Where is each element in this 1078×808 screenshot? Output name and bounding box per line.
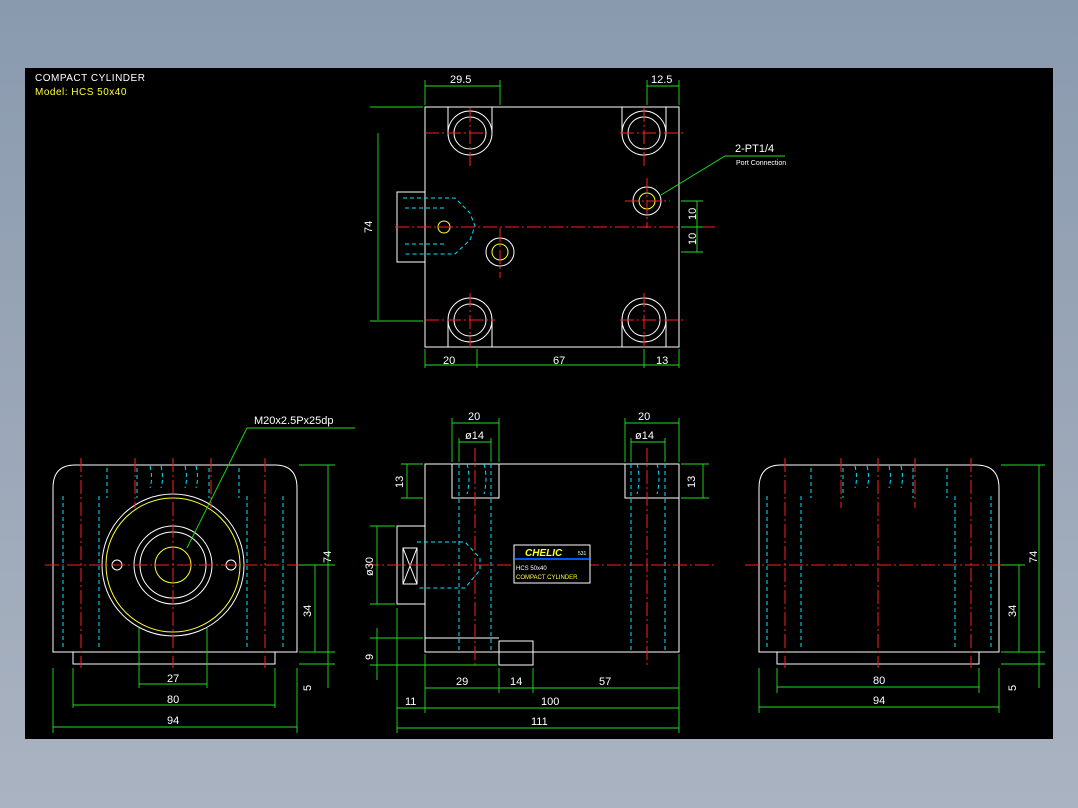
dim-80-left: 80: [167, 694, 179, 706]
front-view-key: [498, 640, 534, 666]
dim-34-right: 34: [1007, 605, 1019, 617]
right-view: 74 34 5 80 94: [745, 458, 1045, 713]
dim-d14-b: ø14: [635, 430, 654, 442]
dim-13-front-b: 13: [686, 476, 698, 488]
nameplate-line1: HCS 50x40: [516, 566, 547, 572]
dim-11: 11: [405, 696, 416, 708]
dim-20-top: 20: [443, 355, 455, 367]
dim-10-b: 10: [687, 233, 699, 245]
left-view: M20x2.5Px25dp 74 34 5 27 80 94: [45, 415, 355, 733]
dim-80-right: 80: [873, 675, 885, 687]
dim-27: 27: [167, 673, 179, 685]
right-view-body: [758, 464, 1000, 653]
top-view-rod-hidden: [403, 197, 476, 255]
dim-74-left: 74: [322, 551, 334, 563]
dim-5-right: 5: [1007, 685, 1019, 691]
left-view-body: [52, 464, 298, 653]
dim-74-top: 74: [363, 221, 375, 233]
dim-13-top: 13: [656, 355, 668, 367]
thread-label: M20x2.5Px25dp: [254, 415, 334, 427]
dim-67: 67: [553, 355, 565, 367]
dim-20-front-b: 20: [638, 411, 650, 423]
top-view-dim-bottom: [424, 349, 680, 368]
dim-57: 57: [599, 676, 611, 688]
dim-100: 100: [541, 696, 559, 708]
nameplate-badge: 531: [578, 551, 587, 557]
port-label: 2-PT1/4: [735, 143, 774, 155]
dim-111: 111: [531, 716, 548, 728]
port-sub: Port Connection: [736, 160, 786, 167]
thread-leader: [186, 427, 355, 549]
dim-13-front-a: 13: [394, 476, 406, 488]
dim-9: 9: [364, 654, 376, 660]
dim-29-5: 29.5: [450, 74, 471, 86]
dim-d14-a: ø14: [465, 430, 484, 442]
dim-94-right: 94: [873, 695, 885, 707]
dim-12-5: 12.5: [651, 74, 672, 86]
dim-74-right: 74: [1028, 551, 1040, 563]
cad-drawing-canvas: COMPACT CYLINDER Model: HCS 50x40 29.5 1…: [25, 68, 1053, 739]
nameplate: CHELIC 531 HCS 50x40 COMPACT CYLINDER: [513, 544, 591, 584]
top-view: 29.5 12.5 74 10 10 20 67 13 2-PT1/4 Port…: [363, 74, 786, 368]
drawing-svg: 29.5 12.5 74 10 10 20 67 13 2-PT1/4 Port…: [45, 74, 1045, 733]
dim-94-left: 94: [167, 715, 179, 727]
dim-10-a: 10: [687, 208, 699, 220]
dim-29: 29: [456, 676, 468, 688]
front-view: CHELIC 531 HCS 50x40 COMPACT CYLINDER 20…: [364, 411, 715, 733]
dim-20-front-a: 20: [468, 411, 480, 423]
dim-5-left: 5: [302, 685, 314, 691]
dim-34-left: 34: [302, 605, 314, 617]
dim-14: 14: [510, 676, 522, 688]
nameplate-line2: COMPACT CYLINDER: [516, 575, 578, 581]
nameplate-brand: CHELIC: [525, 548, 563, 559]
dim-d30: ø30: [364, 557, 376, 576]
